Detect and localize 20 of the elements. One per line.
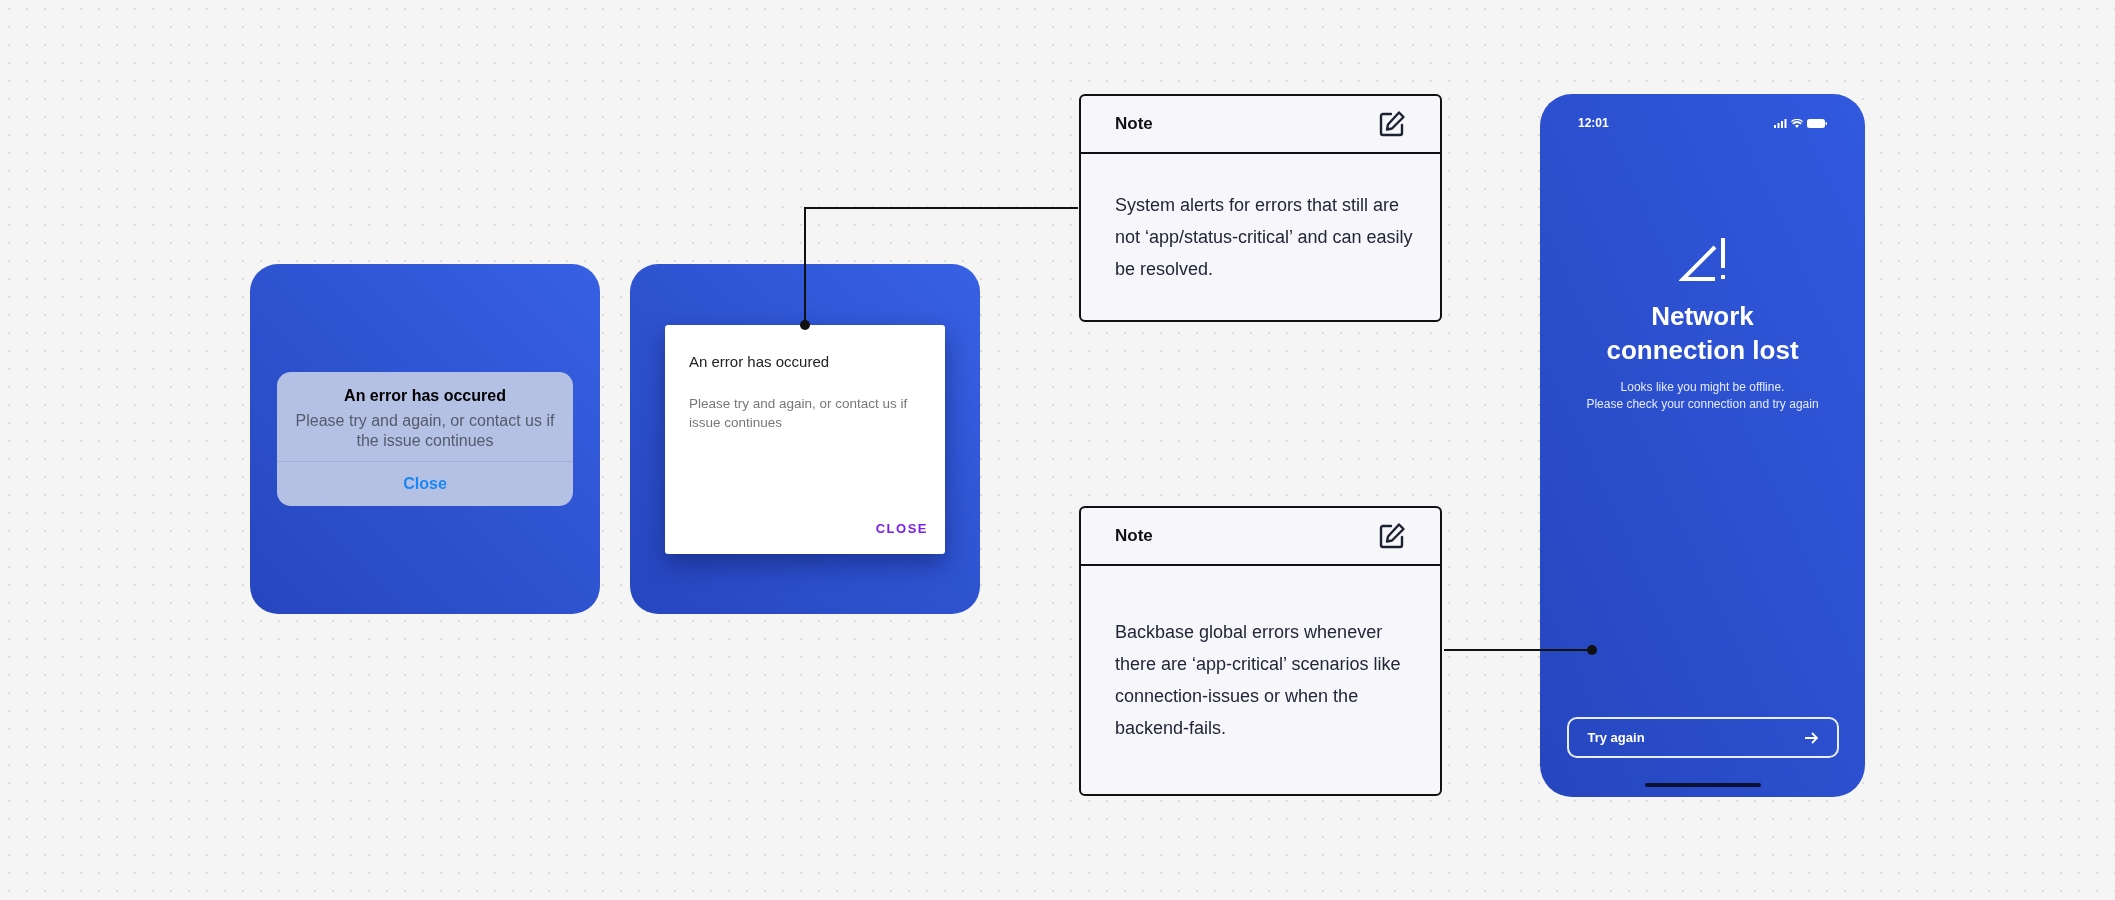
dialog-message: Please try and again, or contact us if issue continues (689, 394, 909, 432)
error-title: Network connection lost (1605, 300, 1800, 367)
alert-title: An error has occured (344, 386, 506, 406)
note-title: Note (1115, 525, 1153, 548)
edit-icon[interactable] (1378, 522, 1406, 550)
status-time: 12:01 (1578, 115, 1609, 132)
edit-icon[interactable] (1378, 110, 1406, 138)
note-title: Note (1115, 113, 1153, 136)
error-message: Looks like you might be offline. Please check your connection and try again (1586, 379, 1819, 413)
alert-message: Please try and again, or contact us if the issue continues (294, 411, 556, 451)
signal-icon (1774, 118, 1787, 128)
try-again-button[interactable]: Try again (1566, 717, 1839, 758)
wifi-icon (1791, 118, 1803, 128)
note-text: Backbase global errors whenever there are ‘app-critical’ scenarios like connection-issues or when the backend-fails. (1115, 621, 1402, 740)
note-text: System alerts for errors that still are not ‘app/status-critical’ and can easily be resolved. (1115, 194, 1414, 281)
arrow-right-icon (1803, 731, 1818, 744)
battery-icon (1807, 118, 1827, 128)
close-button[interactable]: CLOSE (873, 518, 930, 538)
dialog-title: An error has occured (689, 352, 831, 372)
warning-icon (1678, 235, 1727, 283)
